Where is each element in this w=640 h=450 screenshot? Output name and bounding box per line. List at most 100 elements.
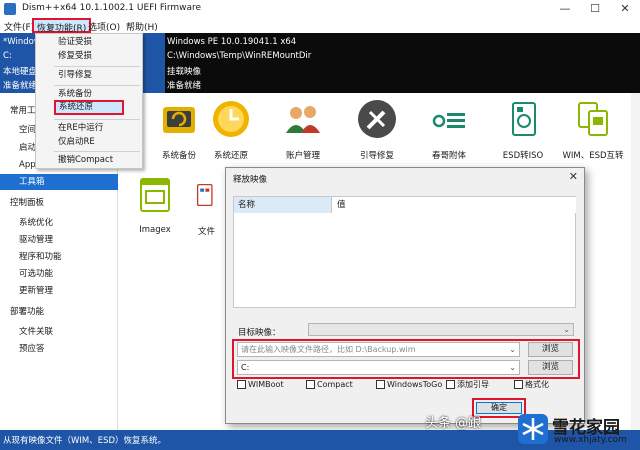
menu-separator — [54, 119, 140, 120]
checkbox-wimboot[interactable]: WIMBoot — [237, 379, 284, 391]
header-left-line: 准备就绪 — [3, 81, 38, 91]
column-header-value[interactable]: 值 — [333, 197, 576, 213]
checkbox-compact[interactable]: Compact — [306, 379, 353, 391]
checkbox-add-boot[interactable]: 添加引导 — [446, 379, 489, 391]
title-bar: Dism++x64 10.1.1002.1 UEFI Firmware — ☐ … — [0, 0, 640, 18]
tool-label: 账户管理 — [285, 151, 320, 161]
tool-chunge-attach[interactable]: 春哥附体 — [414, 99, 484, 161]
sidebar-item-file-assoc[interactable]: 文件关联 — [0, 324, 118, 340]
tool-esd-to-iso[interactable]: ESD转ISO — [488, 99, 558, 161]
menu-options[interactable]: 选项(O) — [88, 20, 120, 33]
target-image-select[interactable]: ⌄ — [308, 323, 574, 336]
tool-label: 文件 — [198, 227, 216, 237]
sidebar-item-optimize[interactable]: 系统优化 — [0, 215, 118, 231]
tool-label: 引导修复 — [359, 151, 394, 161]
checkbox-label: Compact — [317, 380, 353, 389]
sidebar-item-drivers[interactable]: 驱动管理 — [0, 232, 118, 248]
sidebar-group-control-panel[interactable]: 控制面板 — [0, 195, 118, 211]
target-drive-select[interactable]: C: ⌄ — [237, 360, 520, 375]
settings-toggle-icon — [432, 113, 465, 128]
tool-label: 系统还原 — [213, 151, 248, 161]
sidebar-item-updates[interactable]: 更新管理 — [0, 283, 118, 299]
restore-clock-icon — [213, 101, 249, 137]
checkbox-box — [446, 380, 455, 389]
chevron-down-icon: ⌄ — [509, 363, 516, 372]
menu-item-boot-repair[interactable]: 引导修复 — [58, 68, 92, 82]
menu-item-system-restore[interactable]: 系统还原 — [54, 100, 124, 115]
tool-account-management[interactable]: 账户管理 — [268, 99, 338, 161]
target-image-label: 目标映像： — [238, 328, 281, 338]
watermark-left: 头条 @跟 — [425, 416, 482, 431]
menu-separator — [54, 66, 140, 67]
browse-drive-button[interactable]: 浏览 — [528, 360, 573, 375]
menu-file[interactable]: 文件(F) — [4, 20, 34, 33]
menu-item-verify[interactable]: 验证受损 — [58, 35, 92, 49]
header-info-os: Windows PE 10.0.19041.1 x64 — [167, 37, 297, 47]
tool-label: WIM、ESD互转 — [562, 151, 624, 161]
apply-image-dialog: 释放映像 ✕ 名称 值 目标映像： ⌄ 请在此输入映像文件路径，比如 D:\Ba… — [225, 167, 585, 424]
snowflake-logo-icon — [518, 414, 548, 444]
wim-convert-icon — [578, 102, 608, 136]
menu-help[interactable]: 帮助(H) — [126, 20, 158, 33]
close-button[interactable]: ✕ — [610, 0, 640, 18]
watermark-brand: 雪花家园 www.xhjaty.com — [518, 412, 638, 448]
sidebar-item-programs[interactable]: 程序和功能 — [0, 249, 118, 265]
target-drive-value: C: — [241, 363, 250, 372]
menu-item-undo-compact[interactable]: 撤销Compact — [58, 153, 113, 167]
image-info-table[interactable]: 名称 值 — [233, 196, 576, 308]
file-icon — [196, 183, 213, 207]
wrench-icon — [358, 100, 396, 138]
minimize-button[interactable]: — — [550, 0, 580, 18]
header-info-status: 准备就绪 — [167, 81, 202, 91]
tool-boot-repair[interactable]: 引导修复 — [342, 99, 412, 161]
header-left-line: C: — [3, 51, 12, 61]
checkbox-windowstogo[interactable]: WindowsToGo — [376, 379, 442, 391]
checkbox-label: WIMBoot — [248, 380, 284, 389]
sidebar-item-toolbox[interactable]: 工具箱 — [0, 174, 118, 190]
tool-system-restore[interactable]: 系统还原 — [196, 99, 266, 161]
sidebar-group-deploy[interactable]: 部署功能 — [0, 304, 118, 320]
tool-label: ESD转ISO — [502, 151, 544, 161]
window-title: Dism++x64 10.1.1002.1 UEFI Firmware — [22, 3, 202, 13]
menu-item-repair[interactable]: 修复受损 — [58, 49, 92, 63]
status-text: 从现有映像文件（WIM、ESD）恢复系统。 — [3, 436, 167, 446]
checkbox-label: 格式化 — [525, 380, 549, 389]
checkbox-box — [376, 380, 385, 389]
disc-convert-icon — [512, 102, 536, 136]
menu-item-boot-re-only[interactable]: 仅启动RE — [58, 135, 95, 149]
users-icon — [286, 106, 320, 133]
chevron-down-icon: ⌄ — [563, 325, 570, 334]
tool-label: Imagex — [139, 225, 171, 235]
dialog-title: 释放映像 — [233, 175, 268, 185]
tool-label: 春哥附体 — [431, 151, 466, 161]
checkbox-format[interactable]: 格式化 — [514, 379, 549, 391]
browse-image-button[interactable]: 浏览 — [528, 342, 573, 357]
header-left-line: 本地硬盘 — [3, 67, 38, 77]
image-path-placeholder: 请在此输入映像文件路径，比如 D:\Backup.wim — [241, 345, 416, 354]
menu-recovery[interactable]: 恢复功能(R) — [32, 18, 92, 34]
checkbox-label: 添加引导 — [457, 380, 489, 389]
backup-drive-icon — [163, 107, 195, 133]
watermark-url: www.xhjaty.com — [554, 435, 627, 445]
menu-item-system-backup[interactable]: 系统备份 — [58, 87, 92, 101]
ok-button[interactable]: 确定 — [476, 402, 522, 414]
column-header-name[interactable]: 名称 — [234, 197, 332, 213]
menu-separator — [54, 85, 140, 86]
menu-item-run-in-re[interactable]: 在RE中运行 — [58, 121, 103, 135]
checkbox-label: WindowsToGo — [387, 380, 443, 389]
tool-file[interactable]: 文件 — [188, 175, 228, 237]
vertical-scrollbar[interactable] — [631, 93, 640, 430]
chevron-down-icon: ⌄ — [509, 345, 516, 354]
sidebar-item-answer-file[interactable]: 预应答 — [0, 341, 118, 357]
imagex-icon — [140, 178, 170, 212]
maximize-button[interactable]: ☐ — [580, 0, 610, 18]
tool-wim-esd-convert[interactable]: WIM、ESD互转 — [558, 99, 628, 161]
sidebar-item-optional-features[interactable]: 可选功能 — [0, 266, 118, 282]
menu-separator — [54, 151, 140, 152]
dialog-close-icon[interactable]: ✕ — [569, 170, 578, 183]
app-icon — [4, 3, 16, 15]
tool-imagex[interactable]: Imagex — [120, 175, 190, 235]
checkbox-box — [514, 380, 523, 389]
menu-bar: 文件(F) 恢复功能(R) 选项(O) 帮助(H) — [0, 18, 640, 34]
image-path-input[interactable]: 请在此输入映像文件路径，比如 D:\Backup.wim ⌄ — [237, 342, 520, 357]
